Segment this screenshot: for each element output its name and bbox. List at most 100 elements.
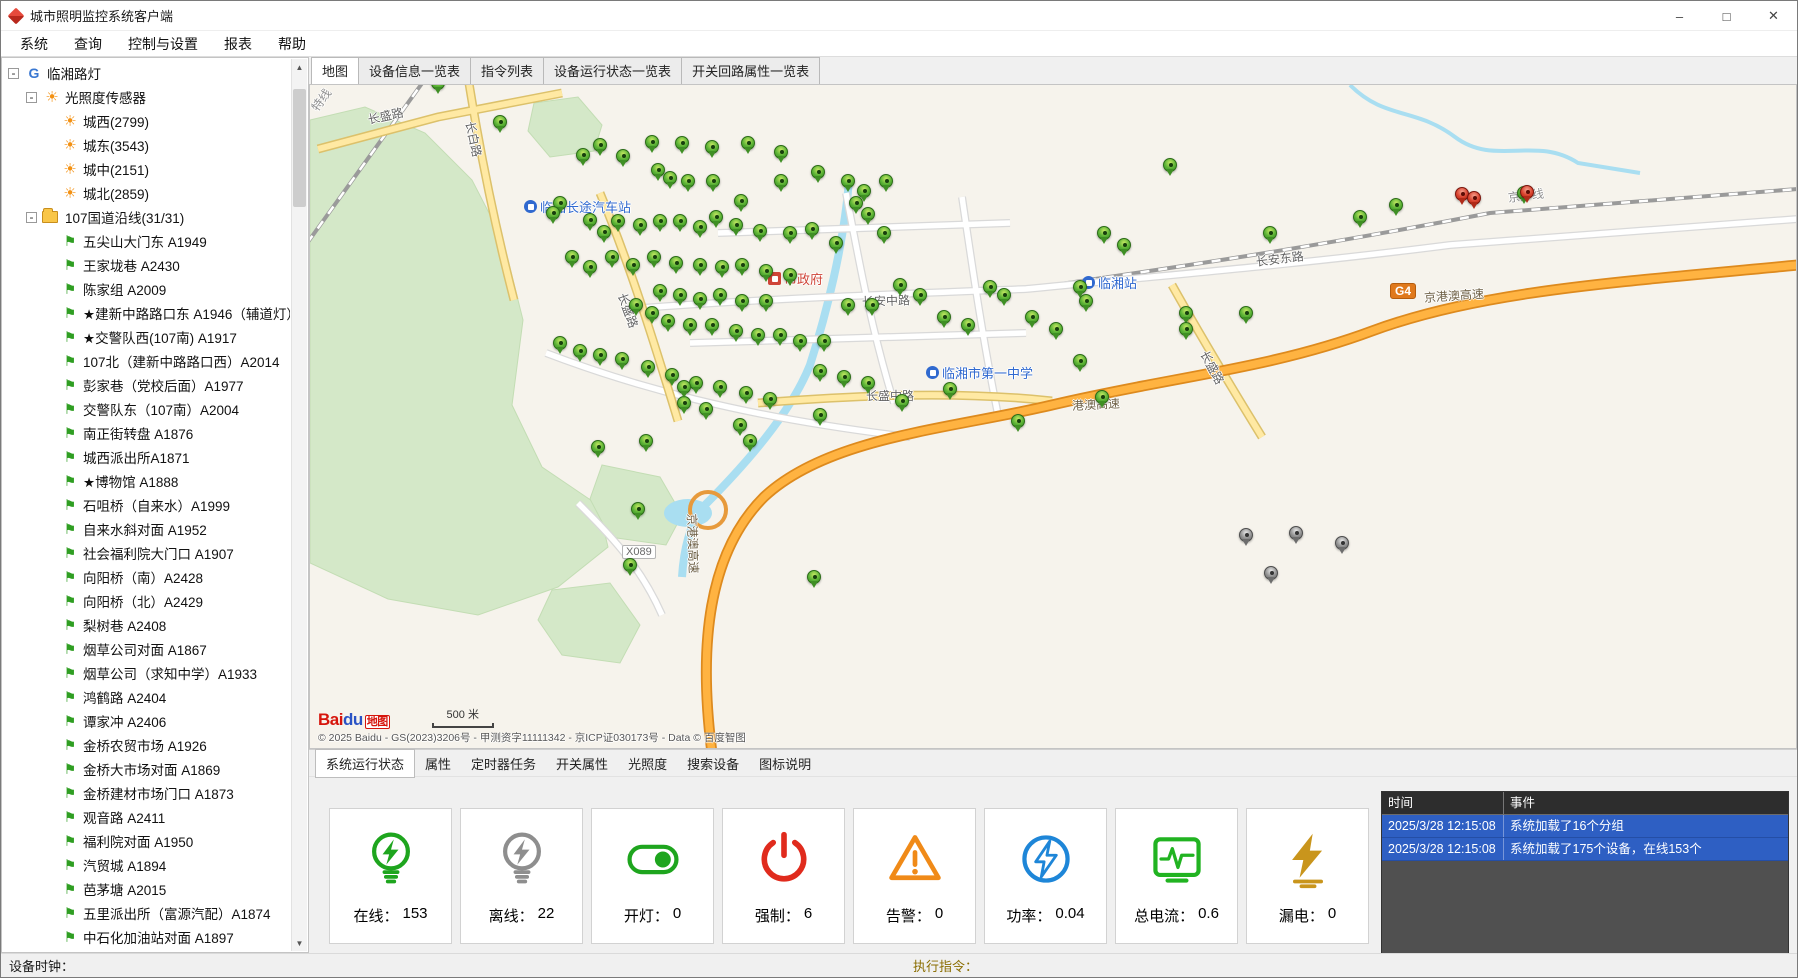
device-pin-online[interactable] xyxy=(593,138,607,152)
device-pin-online[interactable] xyxy=(729,218,743,232)
device-pin-online[interactable] xyxy=(611,214,625,228)
device-pin-online[interactable] xyxy=(565,250,579,264)
device-pin-online[interactable] xyxy=(631,502,645,516)
tree-item[interactable]: ⚑烟草公司（求知中学）A1933 xyxy=(4,661,290,685)
tree-item[interactable]: ⚑向阳桥（南）A2428 xyxy=(4,565,290,589)
tree-item[interactable]: ⚑谭家冲 A2406 xyxy=(4,709,290,733)
device-pin-online[interactable] xyxy=(626,258,640,272)
tree-item[interactable]: -G临湘路灯 xyxy=(4,61,290,85)
device-pin-online[interactable] xyxy=(693,220,707,234)
device-pin-online[interactable] xyxy=(1011,414,1025,428)
event-log-row[interactable]: 2025/3/28 12:15:08系统加载了16个分组 xyxy=(1382,815,1788,838)
main-tab-2[interactable]: 设备信息一览表 xyxy=(358,57,471,84)
device-pin-online[interactable] xyxy=(623,558,637,572)
device-pin-online[interactable] xyxy=(783,268,797,282)
device-pin-online[interactable] xyxy=(647,250,661,264)
tree-item[interactable]: -107国道沿线(31/31) xyxy=(4,205,290,229)
scroll-down-icon[interactable]: ▼ xyxy=(292,935,307,951)
device-pin-online[interactable] xyxy=(753,224,767,238)
main-tab-4[interactable]: 设备运行状态一览表 xyxy=(543,57,682,84)
main-tab-3[interactable]: 指令列表 xyxy=(470,57,544,84)
device-pin-online[interactable] xyxy=(861,207,875,221)
device-pin-online[interactable] xyxy=(1163,158,1177,172)
menu-item-1[interactable]: 系统 xyxy=(7,31,61,56)
tree-expander-icon[interactable]: - xyxy=(8,68,19,79)
bottom-tab-6[interactable]: 搜索设备 xyxy=(677,750,749,777)
device-pin-online[interactable] xyxy=(817,334,831,348)
device-pin-online[interactable] xyxy=(665,368,679,382)
device-pin-online[interactable] xyxy=(605,250,619,264)
device-pin-online[interactable] xyxy=(849,196,863,210)
tree-item[interactable]: ⚑107北（建新中路路口西）A2014 xyxy=(4,349,290,373)
device-pin-online[interactable] xyxy=(733,418,747,432)
device-pin-online[interactable] xyxy=(616,149,630,163)
device-pin-online[interactable] xyxy=(673,288,687,302)
tree-expander-icon[interactable]: - xyxy=(26,212,37,223)
tree-item[interactable]: ☀城中(2151) xyxy=(4,157,290,181)
tree-item[interactable]: ⚑金桥大市场对面 A1869 xyxy=(4,757,290,781)
device-pin-online[interactable] xyxy=(983,280,997,294)
device-pin-online[interactable] xyxy=(877,226,891,240)
tree-item[interactable]: -☀光照度传感器 xyxy=(4,85,290,109)
close-button[interactable]: ✕ xyxy=(1750,1,1797,31)
device-pin-online[interactable] xyxy=(713,288,727,302)
tree-scrollbar[interactable]: ▲ ▼ xyxy=(291,59,307,951)
device-pin-online[interactable] xyxy=(1025,310,1039,324)
device-pin-online[interactable] xyxy=(641,360,655,374)
device-pin-online[interactable] xyxy=(735,294,749,308)
tree-item[interactable]: ⚑向阳桥（北）A2429 xyxy=(4,589,290,613)
tree-item[interactable]: ⚑南正街转盘 A1876 xyxy=(4,421,290,445)
device-pin-online[interactable] xyxy=(583,260,597,274)
device-pin-online[interactable] xyxy=(593,348,607,362)
device-pin-online[interactable] xyxy=(841,298,855,312)
device-pin-online[interactable] xyxy=(591,440,605,454)
device-pin-online[interactable] xyxy=(677,380,691,394)
device-pin-offline[interactable] xyxy=(1239,528,1253,542)
device-pin-online[interactable] xyxy=(735,258,749,272)
device-pin-online[interactable] xyxy=(431,84,445,90)
device-pin-online[interactable] xyxy=(793,334,807,348)
device-pin-online[interactable] xyxy=(729,324,743,338)
device-pin-online[interactable] xyxy=(597,225,611,239)
device-pin-online[interactable] xyxy=(841,174,855,188)
device-pin-online[interactable] xyxy=(629,298,643,312)
bottom-tab-3[interactable]: 定时器任务 xyxy=(461,750,546,777)
device-pin-online[interactable] xyxy=(493,115,507,129)
device-pin-online[interactable] xyxy=(734,194,748,208)
device-pin-online[interactable] xyxy=(683,318,697,332)
device-pin-online[interactable] xyxy=(805,222,819,236)
device-pin-offline[interactable] xyxy=(1264,566,1278,580)
tree-item[interactable]: ⚑★博物馆 A1888 xyxy=(4,469,290,493)
device-pin-online[interactable] xyxy=(837,370,851,384)
bottom-tab-7[interactable]: 图标说明 xyxy=(749,750,821,777)
tree-item[interactable]: ⚑梨树巷 A2408 xyxy=(4,613,290,637)
device-pin-online[interactable] xyxy=(743,434,757,448)
device-pin-online[interactable] xyxy=(1179,322,1193,336)
tree-item[interactable]: ⚑福利院对面 A1950 xyxy=(4,829,290,853)
scroll-thumb[interactable] xyxy=(293,89,306,207)
device-pin-online[interactable] xyxy=(1117,238,1131,252)
device-pin-online[interactable] xyxy=(1073,280,1087,294)
device-pin-online[interactable] xyxy=(633,218,647,232)
device-pin-online[interactable] xyxy=(813,408,827,422)
bottom-tab-5[interactable]: 光照度 xyxy=(618,750,677,777)
device-pin-online[interactable] xyxy=(1097,226,1111,240)
device-pin-online[interactable] xyxy=(807,570,821,584)
tree-item[interactable]: ⚑★交警队西(107南) A1917 xyxy=(4,325,290,349)
tree-item[interactable]: ⚑★建新中路路口东 A1946（辅道灯） xyxy=(4,301,290,325)
device-pin-online[interactable] xyxy=(693,292,707,306)
tree-item[interactable]: ⚑五尖山大门东 A1949 xyxy=(4,229,290,253)
device-pin-online[interactable] xyxy=(576,148,590,162)
event-log-row[interactable]: 2025/3/28 12:15:08系统加载了175个设备，在线153个 xyxy=(1382,838,1788,861)
device-pin-online[interactable] xyxy=(1049,322,1063,336)
device-pin-online[interactable] xyxy=(741,136,755,150)
device-pin-online[interactable] xyxy=(961,318,975,332)
device-pin-online[interactable] xyxy=(937,310,951,324)
device-pin-online[interactable] xyxy=(573,344,587,358)
device-pin-online[interactable] xyxy=(713,380,727,394)
device-pin-alarm[interactable] xyxy=(1520,185,1534,199)
device-pin-online[interactable] xyxy=(1079,294,1093,308)
device-pin-online[interactable] xyxy=(865,298,879,312)
device-pin-online[interactable] xyxy=(705,140,719,154)
device-pin-online[interactable] xyxy=(1389,198,1403,212)
